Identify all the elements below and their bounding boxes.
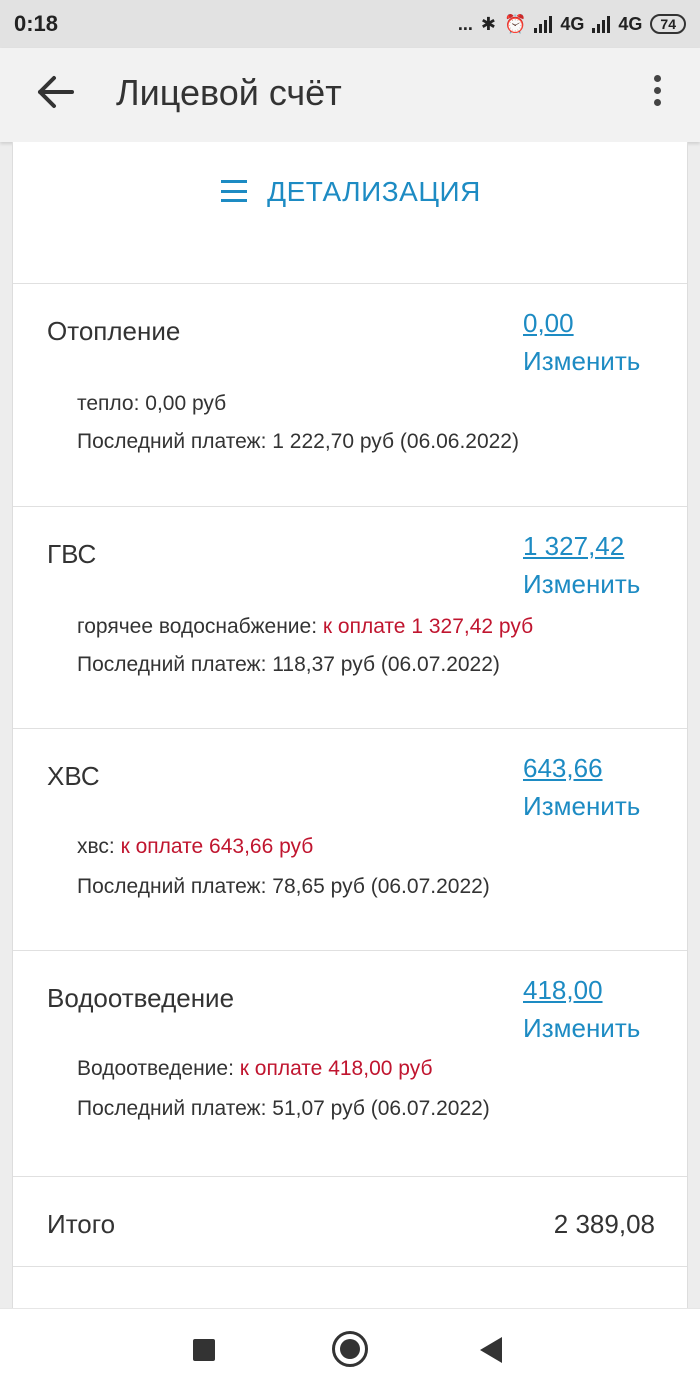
page-title: Лицевой счёт: [116, 72, 342, 113]
service-amount-link[interactable]: 643,66: [523, 753, 603, 784]
service-section-drainage: Водоотведение 418,00 Изменить Водоотведе…: [13, 950, 687, 1176]
network-type-2: 4G: [618, 13, 643, 34]
recents-icon[interactable]: [193, 1339, 215, 1361]
change-button[interactable]: Изменить: [523, 346, 640, 377]
service-detail-label: горячее водоснабжение:: [77, 615, 318, 638]
due-amount: 1 327,42 руб: [405, 615, 534, 638]
bluetooth-icon: ✱: [480, 13, 496, 34]
service-section-hot-water: ГВС 1 327,42 Изменить горячее водоснабже…: [13, 506, 687, 728]
service-detail-label: Водоотведение:: [77, 1057, 234, 1080]
due-amount: 418,00 руб: [322, 1057, 433, 1080]
alarm-icon: ⏰: [503, 13, 527, 34]
service-section-cold-water: ХВС 643,66 Изменить хвс: к оплате 643,66…: [13, 728, 687, 950]
last-payment: Последний платеж: 78,65 руб (06.07.2022): [77, 875, 490, 898]
last-payment: Последний платеж: 118,37 руб (06.07.2022…: [77, 653, 500, 676]
service-detail-line: горячее водоснабжение: к оплате 1 327,42…: [77, 615, 533, 639]
change-button[interactable]: Изменить: [523, 791, 640, 822]
status-bar: 0:18 ... ✱ ⏰ 4G 4G 74: [0, 0, 700, 48]
service-detail-label: хвс:: [77, 835, 115, 858]
divider: [13, 1266, 687, 1308]
service-name: Отопление: [47, 316, 181, 346]
app-bar: Лицевой счёт: [0, 48, 700, 142]
service-detail-text: 0,00 руб: [139, 392, 227, 415]
due-prefix: к оплате: [317, 615, 406, 638]
network-type-1: 4G: [560, 13, 585, 34]
account-card: ДЕТАЛИЗАЦИЯ Отопление 0,00 Изменить тепл…: [12, 142, 688, 1308]
back-triangle-icon[interactable]: [480, 1337, 502, 1363]
signal-icon: [534, 15, 553, 33]
service-section-heating: Отопление 0,00 Изменить тепло: 0,00 руб …: [13, 283, 687, 506]
details-button[interactable]: ДЕТАЛИЗАЦИЯ: [13, 142, 687, 282]
service-detail-line: хвс: к оплате 643,66 руб: [77, 835, 313, 859]
more-vert-icon[interactable]: [645, 70, 669, 118]
last-payment: Последний платеж: 1 222,70 руб (06.06.20…: [77, 430, 519, 453]
system-nav-bar: [0, 1308, 700, 1400]
due-prefix: к оплате: [114, 835, 204, 858]
arrow-left-icon[interactable]: [36, 72, 76, 112]
home-icon[interactable]: [332, 1331, 368, 1367]
change-button[interactable]: Изменить: [523, 569, 640, 600]
battery-icon: 74: [650, 14, 686, 34]
menu-icon: [221, 180, 248, 202]
notification-dots: ...: [457, 13, 473, 34]
due-amount: 643,66 руб: [203, 835, 314, 858]
total-row: Итого 2 389,08: [13, 1176, 687, 1266]
due-prefix: к оплате: [233, 1057, 323, 1080]
service-amount-link[interactable]: 0,00: [523, 308, 574, 339]
status-icons: ... ✱ ⏰ 4G 4G 74: [458, 14, 686, 35]
status-time: 0:18: [14, 11, 59, 36]
service-detail-line: тепло: 0,00 руб: [77, 392, 226, 416]
service-amount-link[interactable]: 418,00: [523, 975, 603, 1006]
total-value: 2 389,08: [553, 1209, 655, 1239]
details-label: ДЕТАЛИЗАЦИЯ: [267, 176, 481, 207]
service-name: Водоотведение: [47, 983, 235, 1013]
service-amount-link[interactable]: 1 327,42: [523, 531, 624, 562]
signal-icon-2: [592, 15, 611, 33]
service-detail-line: Водоотведение: к оплате 418,00 руб: [77, 1057, 432, 1081]
service-name: ГВС: [47, 539, 97, 569]
service-name: ХВС: [47, 761, 100, 791]
service-detail-label: тепло:: [77, 392, 140, 415]
last-payment: Последний платеж: 51,07 руб (06.07.2022): [77, 1097, 490, 1120]
total-label: Итого: [47, 1209, 116, 1239]
change-button[interactable]: Изменить: [523, 1013, 640, 1044]
